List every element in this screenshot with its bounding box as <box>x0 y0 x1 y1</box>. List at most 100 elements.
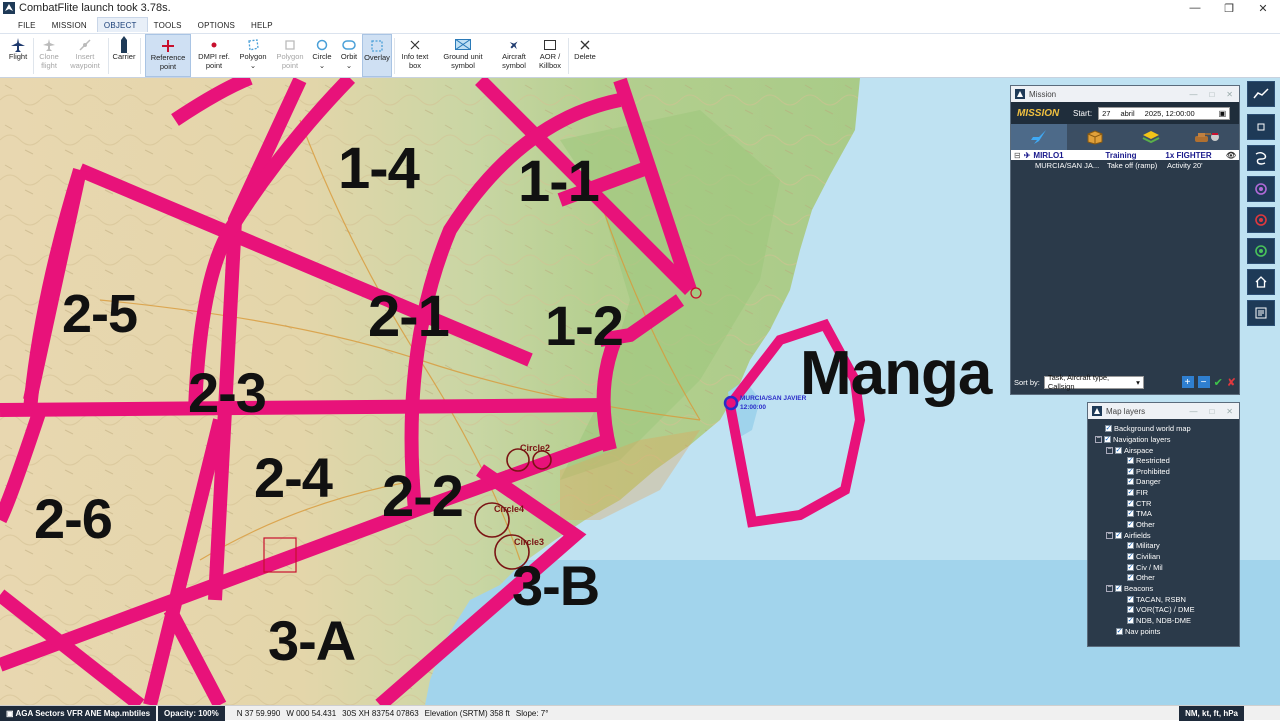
orbit-button[interactable]: Orbit ⌄ <box>336 34 362 77</box>
layer-danger[interactable]: ✓ Danger <box>1127 476 1161 486</box>
start-date-picker[interactable]: 27 abril 2025, 12:00:00 ▣ <box>1098 106 1231 120</box>
layer-nav-points[interactable]: ✓ Nav points <box>1116 626 1160 636</box>
collapse-icon[interactable]: − <box>1106 584 1113 592</box>
opacity-control[interactable]: Opacity: 100% <box>158 705 225 721</box>
units-selector[interactable]: NM, kt, ft, hPa <box>1179 705 1244 721</box>
add-flight-button[interactable]: + <box>1181 376 1194 388</box>
layer-tacan[interactable]: ✓ TACAN, RSBN <box>1127 594 1186 604</box>
checkbox[interactable]: ✓ <box>1127 573 1134 581</box>
menu-help[interactable]: HELP <box>245 18 283 32</box>
weather-tool-button[interactable] <box>1247 145 1275 171</box>
home-button[interactable] <box>1247 269 1275 295</box>
menu-object[interactable]: OBJECT <box>96 17 148 32</box>
accept-icon[interactable]: ✔ <box>1214 376 1223 389</box>
checkbox[interactable]: ✓ <box>1116 627 1123 635</box>
checkbox[interactable]: ✓ <box>1115 584 1122 592</box>
dropdown-arrow-icon[interactable]: ▾ <box>1136 378 1140 387</box>
checkbox[interactable]: ✓ <box>1127 488 1134 496</box>
polygon-button[interactable]: Polygon ⌄ <box>236 34 270 77</box>
layer-fir[interactable]: ✓ FIR <box>1127 487 1148 497</box>
layer-prohibited[interactable]: ✓ Prohibited <box>1127 466 1170 476</box>
panel-close-button[interactable]: ✕ <box>1226 90 1233 99</box>
date-day[interactable]: 27 <box>1102 109 1110 118</box>
checkbox[interactable]: ✓ <box>1127 499 1134 507</box>
checkbox[interactable]: ✓ <box>1127 563 1134 571</box>
checkbox[interactable]: ✓ <box>1127 541 1134 549</box>
panel-maximize-button[interactable]: □ <box>1209 90 1214 99</box>
circle-button[interactable]: Circle ⌄ <box>309 34 335 77</box>
collapse-icon[interactable]: ⊟ <box>1014 151 1021 160</box>
route-tool-button[interactable] <box>1247 81 1275 107</box>
layer-airfields[interactable]: − ✓ Airfields <box>1106 530 1151 540</box>
flight-detail-row[interactable]: MURCIA/SAN JA... Take off (ramp) Activit… <box>1011 160 1239 171</box>
insert-waypoint-button[interactable]: Insert waypoint <box>66 34 104 77</box>
layer-airfields-other[interactable]: ✓ Other <box>1127 572 1155 582</box>
layer-vor[interactable]: ✓ VOR(TAC) / DME <box>1127 604 1195 614</box>
panel-maximize-button[interactable]: □ <box>1209 407 1214 416</box>
layer-tma[interactable]: ✓ TMA <box>1127 508 1152 518</box>
panel-minimize-button[interactable]: — <box>1189 407 1197 416</box>
flight-button[interactable]: Flight <box>4 34 32 77</box>
menu-tools[interactable]: TOOLS <box>148 18 192 32</box>
tab-cargo[interactable] <box>1067 124 1123 150</box>
ground-unit-symbol-button[interactable]: Ground unit symbol <box>438 34 488 77</box>
layer-civilian[interactable]: ✓ Civilian <box>1127 551 1160 561</box>
close-button[interactable]: ✕ <box>1246 2 1280 15</box>
dmpi-button[interactable]: DMPI ref. point <box>195 34 233 77</box>
layer-civ-mil[interactable]: ✓ Civ / Mil <box>1127 562 1163 572</box>
checkbox[interactable]: ✓ <box>1127 456 1134 464</box>
menu-mission[interactable]: MISSION <box>46 18 97 32</box>
aircraft-symbol-button[interactable]: Aircraft symbol <box>496 34 532 77</box>
layer-ndb[interactable]: ✓ NDB, NDB-DME <box>1127 615 1191 625</box>
maximize-button[interactable]: ❐ <box>1212 2 1246 15</box>
checkbox[interactable]: ✓ <box>1127 477 1134 485</box>
menu-file[interactable]: FILE <box>12 18 46 32</box>
square-tool-button[interactable] <box>1247 114 1275 140</box>
menu-options[interactable]: OPTIONS <box>192 18 245 32</box>
layer-file-selector[interactable]: ▣ AGA Sectors VFR ANE Map.mbtiles <box>0 705 157 721</box>
layer-military[interactable]: ✓ Military <box>1127 540 1160 550</box>
circle-dropdown-icon[interactable]: ⌄ <box>319 61 325 70</box>
aor-killbox-button[interactable]: AOR / Killbox <box>535 34 565 77</box>
collapse-icon[interactable]: − <box>1106 446 1113 454</box>
purple-target-button[interactable] <box>1247 176 1275 202</box>
delete-button[interactable]: Delete <box>571 34 599 77</box>
date-month[interactable]: abril <box>1120 109 1134 118</box>
checkbox[interactable]: ✓ <box>1115 531 1122 539</box>
collapse-icon[interactable]: − <box>1106 531 1113 539</box>
flight-row[interactable]: ⊟ ✈ MIRLO1 Training 1x FIGHTER 👁 <box>1011 150 1239 160</box>
tab-ground-units[interactable] <box>1179 124 1235 150</box>
minimize-button[interactable]: — <box>1178 2 1212 14</box>
checkbox[interactable]: ✓ <box>1115 446 1122 454</box>
info-text-box-button[interactable]: Info text box <box>397 34 433 77</box>
clone-flight-button[interactable]: Clone flight <box>35 34 63 77</box>
tab-flights[interactable] <box>1011 124 1067 150</box>
layer-airspace-other[interactable]: ✓ Other <box>1127 519 1155 529</box>
checkbox[interactable]: ✓ <box>1105 424 1112 432</box>
orbit-dropdown-icon[interactable]: ⌄ <box>346 61 352 70</box>
remove-flight-button[interactable]: − <box>1197 376 1210 388</box>
layer-airspace[interactable]: − ✓ Airspace <box>1106 445 1153 455</box>
layer-background[interactable]: ✓ Background world map <box>1105 423 1191 433</box>
checkbox[interactable]: ✓ <box>1127 552 1134 560</box>
layer-restricted[interactable]: ✓ Restricted <box>1127 455 1170 465</box>
checkbox[interactable]: ✓ <box>1127 616 1134 624</box>
panel-minimize-button[interactable]: — <box>1189 90 1197 99</box>
checkbox[interactable]: ✓ <box>1127 467 1134 475</box>
overlay-button[interactable]: Overlay <box>362 34 392 77</box>
polygon-dropdown-icon[interactable]: ⌄ <box>250 61 256 70</box>
eye-icon[interactable]: 👁 <box>1226 151 1236 160</box>
tab-layers[interactable] <box>1123 124 1179 150</box>
layer-beacons[interactable]: − ✓ Beacons <box>1106 583 1153 593</box>
date-time[interactable]: 2025, 12:00:00 <box>1145 109 1195 118</box>
reject-icon[interactable]: ✘ <box>1227 376 1236 389</box>
panel-close-button[interactable]: ✕ <box>1226 407 1233 416</box>
collapse-icon[interactable]: − <box>1095 435 1102 443</box>
layer-ctr[interactable]: ✓ CTR <box>1127 498 1151 508</box>
checkbox[interactable]: ✓ <box>1127 605 1134 613</box>
notes-button[interactable] <box>1247 300 1275 326</box>
checkbox[interactable]: ✓ <box>1127 509 1134 517</box>
checkbox[interactable]: ✓ <box>1127 520 1134 528</box>
carrier-button[interactable]: Carrier <box>110 34 138 77</box>
layer-navigation[interactable]: − ✓ Navigation layers <box>1095 434 1171 444</box>
